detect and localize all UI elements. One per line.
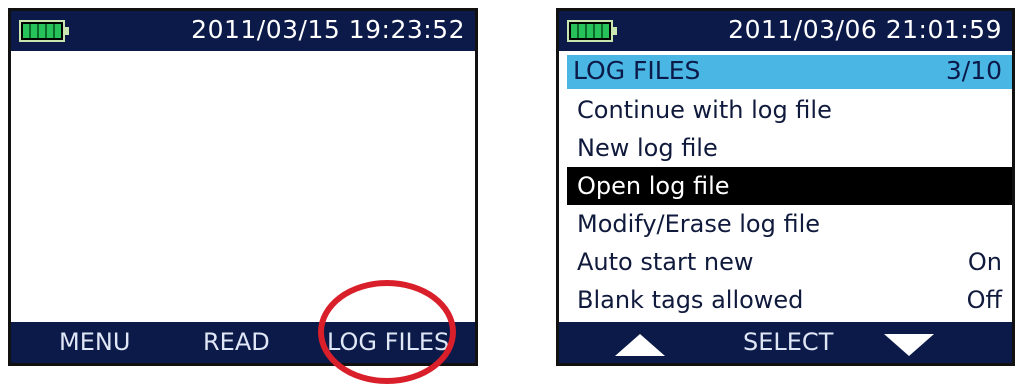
menu-item-label: Auto start new xyxy=(577,248,754,276)
softkey-select[interactable]: SELECT xyxy=(743,328,833,356)
battery-icon xyxy=(19,20,69,42)
menu-area: LOG FILES 3/10 Continue with log file Ne… xyxy=(559,51,1012,322)
menu-item-label: Continue with log file xyxy=(577,96,832,124)
battery-icon xyxy=(567,20,617,42)
menu-item-label: Open log file xyxy=(577,172,730,200)
menu-list: Continue with log file New log file Open… xyxy=(567,91,1012,319)
menu-item-label: Modify/Erase log file xyxy=(577,210,821,238)
highlight-circle xyxy=(318,280,456,384)
menu-item-label: Blank tags allowed xyxy=(577,286,804,314)
softkey-menu[interactable]: MENU xyxy=(59,328,130,356)
menu-item-value: Off xyxy=(966,286,1002,314)
arrow-up-icon[interactable] xyxy=(615,334,665,356)
page-count: 3/10 xyxy=(945,56,1002,85)
menu-item-auto-start-new[interactable]: Auto start new On xyxy=(567,243,1012,281)
menu-item-continue-log[interactable]: Continue with log file xyxy=(567,91,1012,129)
softkey-read[interactable]: READ xyxy=(203,328,270,356)
device-screen-log-files: 2011/03/06 21:01:59 LOG FILES 3/10 Conti… xyxy=(556,8,1015,366)
menu-title: LOG FILES xyxy=(573,56,701,85)
menu-item-new-log[interactable]: New log file xyxy=(567,129,1012,167)
datetime: 2011/03/06 21:01:59 xyxy=(728,15,1002,44)
menu-item-label: New log file xyxy=(577,134,718,162)
softkey-bar: SELECT xyxy=(559,322,1012,363)
menu-item-blank-tags[interactable]: Blank tags allowed Off xyxy=(567,281,1012,319)
arrow-down-icon[interactable] xyxy=(884,334,934,356)
menu-item-value: On xyxy=(967,248,1002,276)
menu-item-open-log[interactable]: Open log file xyxy=(567,167,1012,205)
status-bar: 2011/03/15 19:23:52 xyxy=(11,11,475,51)
datetime: 2011/03/15 19:23:52 xyxy=(191,15,465,44)
menu-item-modify-erase-log[interactable]: Modify/Erase log file xyxy=(567,205,1012,243)
menu-header: LOG FILES 3/10 xyxy=(567,55,1012,89)
status-bar: 2011/03/06 21:01:59 xyxy=(559,11,1012,51)
